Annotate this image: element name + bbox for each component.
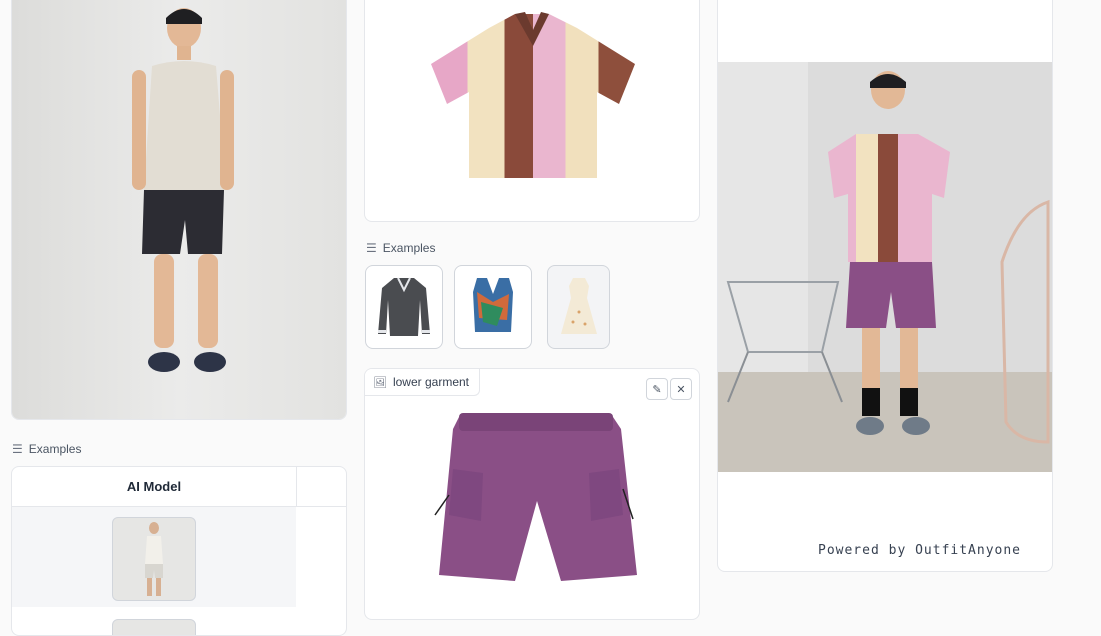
model-image-panel[interactable] [11, 0, 347, 420]
upper-garment-panel[interactable] [364, 0, 700, 222]
list-icon: ☰ [366, 241, 377, 255]
lower-garment-tag: 🖼 lower garment [365, 369, 480, 396]
example-garment-cardigan[interactable] [365, 265, 443, 349]
table-header-ai-model: AI Model [12, 467, 296, 507]
cardigan-image [378, 277, 430, 336]
close-button[interactable]: ✕ [670, 378, 692, 400]
ai-model-examples-table: AI Model [11, 466, 347, 636]
ai-model-thumbnail[interactable] [112, 517, 196, 601]
upper-garment-image [431, 12, 635, 178]
table-header-empty [296, 467, 346, 507]
example-garment-vest[interactable] [454, 265, 532, 349]
examples-label-text: Examples [382, 241, 436, 255]
example-garment-dress[interactable] [547, 265, 610, 349]
examples-label-text: Examples [28, 442, 82, 456]
image-icon: 🖼 [373, 376, 387, 389]
lower-garment-image [434, 413, 637, 581]
lower-garment-panel[interactable]: 🖼 lower garment ✎ ✕ [364, 368, 700, 620]
model-photo [12, 0, 346, 419]
result-photo [718, 62, 1052, 472]
table-row[interactable] [12, 507, 296, 607]
examples-label-left: ☰ Examples [12, 442, 81, 456]
lower-garment-tag-label: lower garment [392, 375, 469, 389]
list-icon: ☰ [12, 442, 23, 456]
vest-image [473, 278, 513, 332]
thumbnail-model-figure [145, 522, 163, 596]
close-icon: ✕ [676, 383, 686, 396]
powered-by-text: Powered by OutfitAnyone [818, 543, 1022, 558]
dress-image [560, 278, 597, 334]
table-row[interactable] [112, 619, 196, 635]
output-panel: Powered by OutfitAnyone [717, 0, 1053, 572]
examples-label-middle: ☰ Examples [366, 241, 435, 255]
pencil-icon: ✎ [652, 383, 662, 396]
edit-button[interactable]: ✎ [646, 378, 668, 400]
